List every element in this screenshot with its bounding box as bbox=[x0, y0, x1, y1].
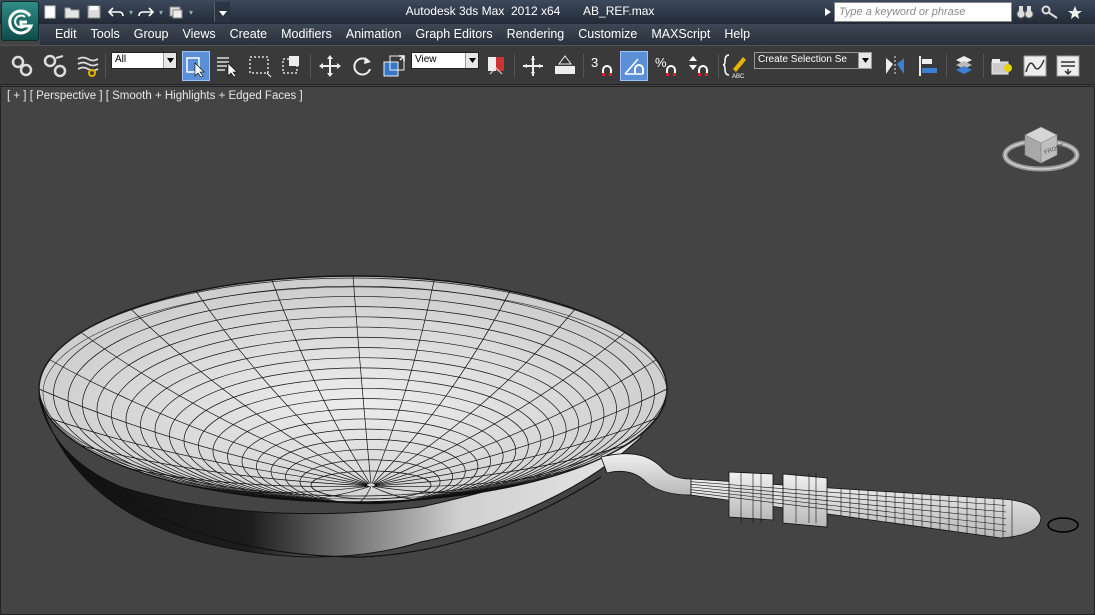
mirror-icon[interactable] bbox=[881, 51, 909, 81]
menu-bar: Edit Tools Group Views Create Modifiers … bbox=[40, 24, 1095, 45]
viewport-scene bbox=[38, 275, 1079, 558]
redo-dropdown-icon[interactable]: ▾ bbox=[158, 8, 164, 17]
chevron-down-icon bbox=[163, 53, 176, 68]
toolbar-separator bbox=[583, 54, 584, 78]
reference-coordinate-dropdown[interactable]: View bbox=[411, 52, 479, 69]
menu-help[interactable]: Help bbox=[717, 24, 757, 45]
rotate-icon[interactable] bbox=[348, 51, 376, 81]
reference-coordinate-value: View bbox=[415, 54, 437, 65]
menu-maxscript[interactable]: MAXScript bbox=[644, 24, 717, 45]
3dsmax-logo-icon bbox=[8, 9, 34, 35]
project-dropdown-icon[interactable]: ▾ bbox=[188, 8, 194, 17]
move-icon[interactable] bbox=[316, 51, 344, 81]
unlink-icon[interactable] bbox=[41, 51, 69, 81]
search-input[interactable] bbox=[834, 2, 1012, 22]
viewport-label[interactable]: [ + ] [ Perspective ] [ Smooth + Highlig… bbox=[7, 90, 303, 102]
new-file-icon[interactable] bbox=[40, 2, 60, 22]
manipulate-icon[interactable] bbox=[551, 51, 579, 81]
toolbar-separator bbox=[514, 54, 515, 78]
application-menu-button[interactable] bbox=[1, 1, 39, 41]
snap-label: 3 bbox=[591, 55, 598, 70]
main-toolbar: All View 3 % ABC Create Selection Se bbox=[0, 45, 1095, 85]
app-window: ▾ ▾ ▾ Autodesk 3ds Max 2012 x64 AB_REF.m… bbox=[0, 0, 1095, 615]
menu-animation[interactable]: Animation bbox=[339, 24, 409, 45]
pivot-icon[interactable] bbox=[519, 51, 547, 81]
menu-customize[interactable]: Customize bbox=[571, 24, 644, 45]
redo-icon[interactable] bbox=[136, 2, 156, 22]
menu-group[interactable]: Group bbox=[127, 24, 176, 45]
undo-icon[interactable] bbox=[106, 2, 126, 22]
chevron-down-icon bbox=[465, 53, 478, 68]
chevron-down-icon bbox=[858, 53, 871, 68]
snap-toggle-icon[interactable]: 3 bbox=[589, 51, 617, 81]
binoculars-icon[interactable] bbox=[1014, 2, 1036, 22]
angle-snap-icon[interactable] bbox=[620, 51, 648, 81]
svg-text:%: % bbox=[655, 55, 667, 70]
percent-snap-icon[interactable]: % bbox=[653, 51, 681, 81]
bind-space-warp-icon[interactable] bbox=[74, 51, 102, 81]
pan-handle-mesh[interactable] bbox=[600, 453, 1079, 540]
spinner-snap-icon[interactable] bbox=[685, 51, 713, 81]
layer-manager-icon[interactable] bbox=[950, 51, 978, 81]
selection-filter-value: All bbox=[115, 54, 127, 65]
toolbar-separator bbox=[310, 54, 311, 78]
named-selection-dropdown[interactable]: Create Selection Se bbox=[754, 52, 872, 69]
window-title: Autodesk 3ds Max 2012 x64 AB_REF.max bbox=[405, 4, 655, 18]
key-icon[interactable] bbox=[1039, 2, 1061, 22]
window-crossing-icon[interactable] bbox=[278, 51, 306, 81]
menu-rendering[interactable]: Rendering bbox=[500, 24, 572, 45]
open-file-icon[interactable] bbox=[62, 2, 82, 22]
schematic-view-icon[interactable] bbox=[1054, 51, 1082, 81]
undo-dropdown-icon[interactable]: ▾ bbox=[128, 8, 134, 17]
scene-explorer-icon[interactable] bbox=[988, 51, 1016, 81]
select-object-icon[interactable] bbox=[182, 51, 210, 81]
perspective-viewport[interactable]: [ + ] [ Perspective ] [ Smooth + Highlig… bbox=[0, 86, 1095, 615]
viewcube-icon[interactable]: FRONT bbox=[1001, 117, 1081, 177]
pan-mesh[interactable] bbox=[38, 275, 668, 558]
expand-search-icon[interactable] bbox=[822, 2, 834, 22]
svg-text:ABC: ABC bbox=[732, 74, 745, 79]
star-icon[interactable] bbox=[1064, 2, 1086, 22]
menu-create[interactable]: Create bbox=[223, 24, 275, 45]
curve-editor-icon[interactable] bbox=[1021, 51, 1049, 81]
mirror-pick-icon[interactable] bbox=[482, 51, 510, 81]
toolbar-separator bbox=[983, 54, 984, 78]
title-bar: ▾ ▾ ▾ Autodesk 3ds Max 2012 x64 AB_REF.m… bbox=[0, 0, 1095, 24]
edit-named-selection-icon[interactable]: ABC bbox=[722, 51, 750, 81]
select-by-name-icon[interactable] bbox=[213, 51, 241, 81]
toolbar-separator bbox=[718, 54, 719, 78]
named-selection-value: Create Selection Se bbox=[758, 54, 847, 65]
menu-edit[interactable]: Edit bbox=[40, 24, 84, 45]
infocenter-icons bbox=[1014, 2, 1086, 22]
align-icon[interactable] bbox=[914, 51, 942, 81]
link-icon[interactable] bbox=[8, 51, 36, 81]
rect-selection-icon[interactable] bbox=[246, 51, 274, 81]
project-folder-icon[interactable] bbox=[166, 2, 186, 22]
customize-quick-access-icon[interactable] bbox=[214, 2, 230, 22]
toolbar-separator bbox=[946, 54, 947, 78]
selection-filter-dropdown[interactable]: All bbox=[111, 52, 177, 69]
toolbar-separator bbox=[105, 54, 106, 78]
menu-tools[interactable]: Tools bbox=[84, 24, 127, 45]
scale-icon[interactable] bbox=[380, 51, 408, 81]
quick-access-toolbar: ▾ ▾ ▾ bbox=[40, 2, 194, 22]
menu-modifiers[interactable]: Modifiers bbox=[274, 24, 339, 45]
save-icon[interactable] bbox=[84, 2, 104, 22]
menu-views[interactable]: Views bbox=[175, 24, 222, 45]
menu-graph-editors[interactable]: Graph Editors bbox=[408, 24, 499, 45]
